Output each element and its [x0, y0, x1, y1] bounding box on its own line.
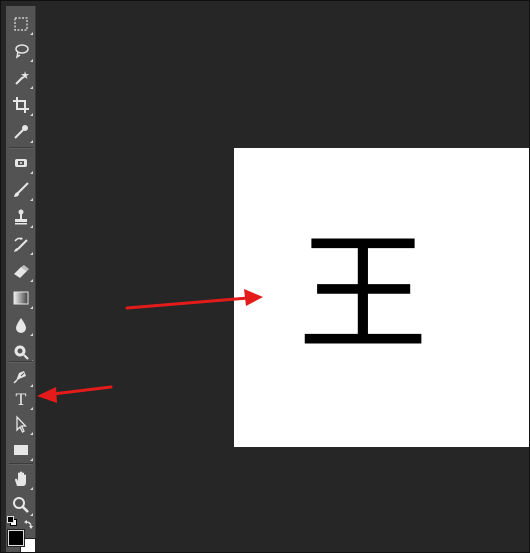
photoshop-window: T 王	[0, 0, 530, 553]
arrow-to-canvas	[125, 289, 263, 310]
annotation-layer	[37, 289, 263, 403]
arrow-to-type-tool	[37, 385, 113, 403]
